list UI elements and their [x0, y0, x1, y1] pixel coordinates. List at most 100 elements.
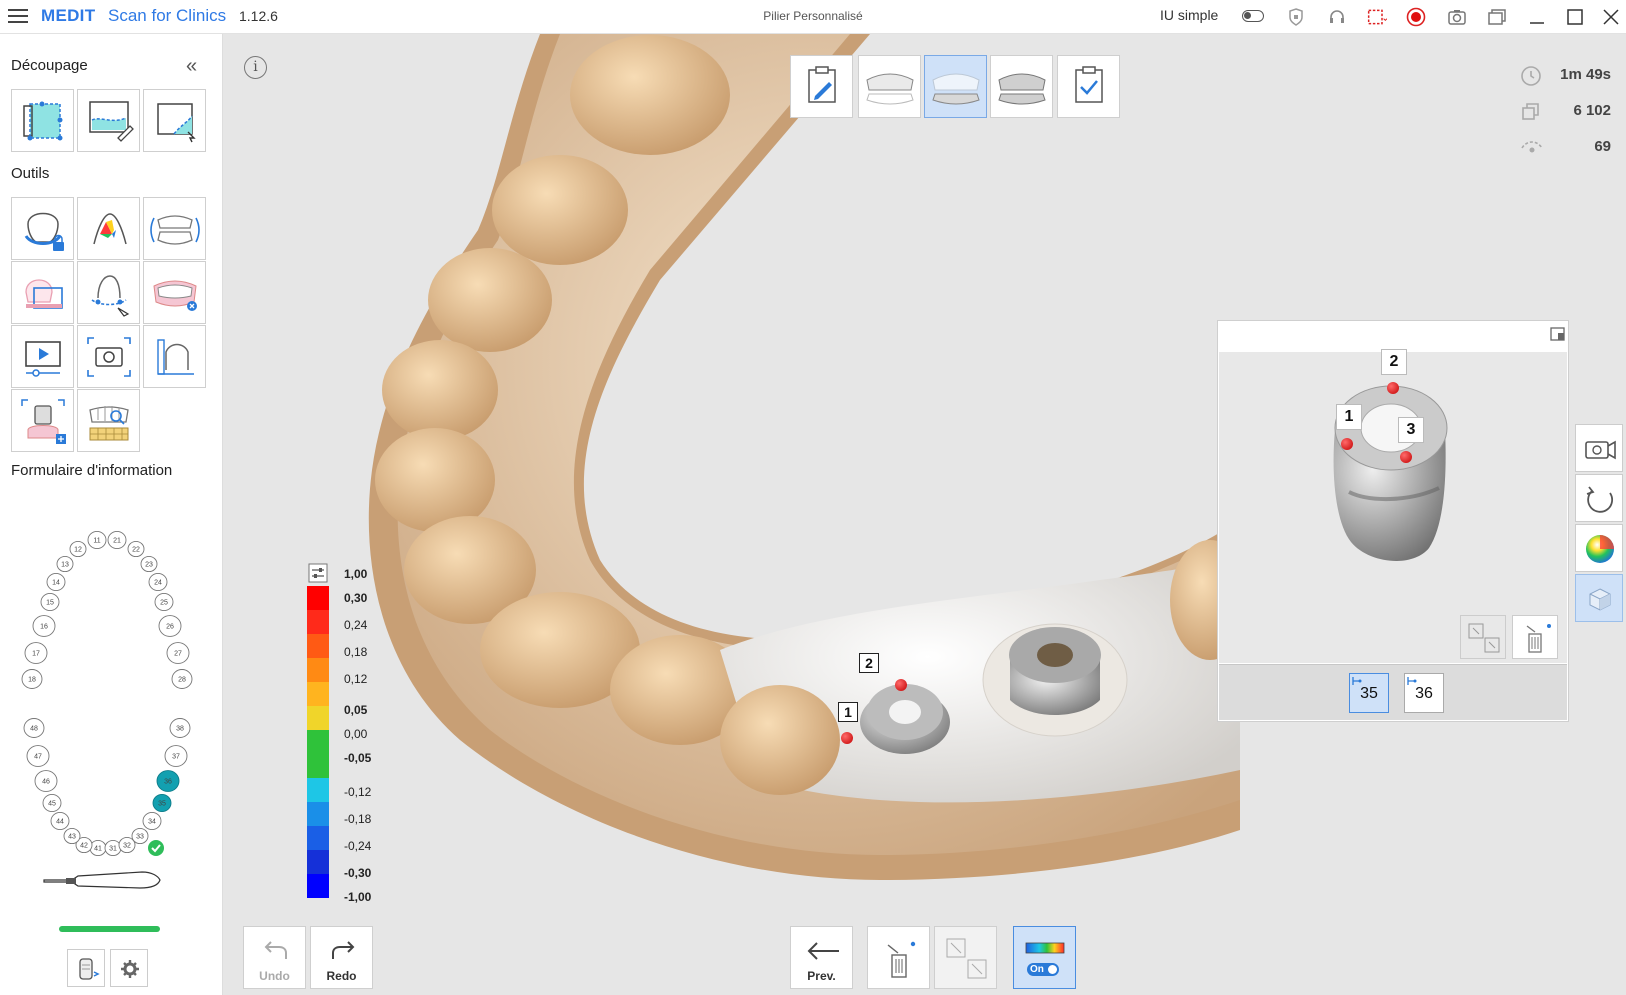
scan-count: 69: [1594, 138, 1611, 155]
shield-icon[interactable]: [1286, 7, 1306, 27]
legend-value: -0,18: [344, 812, 372, 826]
tooth-number: 26: [166, 624, 174, 631]
abutment-tool[interactable]: [11, 389, 74, 452]
info-icon[interactable]: i: [244, 56, 267, 79]
fit-view-button[interactable]: [1460, 615, 1506, 659]
video-tool[interactable]: [11, 325, 74, 388]
curve-trim-tool[interactable]: [143, 89, 206, 152]
rotate-icon: [1586, 486, 1613, 513]
delete-points-tool-button[interactable]: [867, 926, 930, 989]
step-review[interactable]: [1057, 55, 1120, 118]
step-form[interactable]: [790, 55, 853, 118]
occlusion-align-tool[interactable]: [143, 197, 206, 260]
marker-point[interactable]: [895, 679, 907, 691]
settings-button[interactable]: [110, 949, 148, 987]
reset-view-button[interactable]: [1575, 474, 1623, 522]
camera-icon[interactable]: [1447, 7, 1467, 27]
lasso-trim-tool[interactable]: [77, 89, 140, 152]
legend-value: 0,24: [344, 618, 368, 632]
tooth-number: 17: [32, 651, 40, 658]
texture-toggle-button[interactable]: [1575, 524, 1623, 572]
cube-icon: [1589, 588, 1611, 611]
arch-tool[interactable]: [143, 261, 206, 324]
step-occlusion[interactable]: [990, 55, 1053, 118]
legend-settings-icon[interactable]: [308, 563, 328, 583]
fit-to-screen-button[interactable]: [934, 926, 997, 989]
abutment-detail-panel: 2 1 3: [1217, 320, 1569, 722]
deviation-map-toggle[interactable]: On: [1013, 926, 1076, 989]
gallery-icon[interactable]: [1487, 7, 1507, 27]
tooth-chart[interactable]: 1112131415161718212223242526272841424344…: [12, 496, 212, 856]
fit-view-icon: [1468, 623, 1500, 653]
menu-icon[interactable]: [8, 9, 28, 25]
prev-button[interactable]: Prev.: [790, 926, 853, 989]
undo-label: Undo: [259, 969, 290, 983]
lock-tooth-tool[interactable]: [11, 197, 74, 260]
tooth-number: 35: [158, 801, 166, 808]
tooth-tab-36[interactable]: 36: [1404, 673, 1444, 713]
legend-color-segment: [307, 610, 329, 635]
screenshot-tool[interactable]: [77, 325, 140, 388]
step-upper-jaw[interactable]: [858, 55, 921, 118]
upper-jaw-icon: [866, 73, 914, 105]
tooth-number: 13: [61, 562, 69, 569]
title-bar: MEDIT Scan for Clinics 1.12.6 Pilier Per…: [0, 0, 1626, 34]
smile-library-tool[interactable]: [77, 389, 140, 452]
point-label: 1: [838, 702, 858, 722]
tooth-tab-35[interactable]: 35: [1349, 673, 1389, 713]
tooth-number: 14: [52, 580, 60, 587]
point-label: 3: [1398, 417, 1424, 443]
tooth-tabs: [1219, 664, 1567, 720]
arrow-left-icon: [807, 942, 839, 960]
legend-color-segment: [307, 634, 329, 659]
collapse-sidebar-icon[interactable]: «: [186, 56, 197, 76]
record-view-button[interactable]: [1575, 424, 1623, 472]
legend-color-segment: [307, 754, 329, 779]
legend-value: 0,00: [344, 727, 368, 741]
gear-icon: [121, 960, 139, 978]
tooth-number: 38: [176, 726, 184, 733]
redo-label: Redo: [326, 969, 357, 983]
video-camera-icon: [1585, 440, 1616, 460]
margin-tool[interactable]: [11, 261, 74, 324]
margin-edit-tool[interactable]: [77, 261, 140, 324]
measure-tool[interactable]: [143, 325, 206, 388]
legend-value: -0,30: [344, 866, 372, 880]
solid-view-button[interactable]: [1575, 574, 1623, 622]
battery-status-bar: [59, 926, 160, 932]
simple-ui-toggle[interactable]: [1242, 10, 1264, 22]
marker-point[interactable]: [841, 732, 853, 744]
app-brand: MEDIT: [41, 6, 96, 25]
deviation-color-bar: [307, 586, 329, 898]
tooth-number: 27: [174, 651, 182, 658]
point-label: 2: [1381, 349, 1407, 375]
minimize-icon[interactable]: [1527, 7, 1547, 27]
redo-button[interactable]: Redo: [310, 926, 373, 989]
marker-point[interactable]: [1341, 438, 1353, 450]
select-area-tool[interactable]: [11, 89, 74, 152]
panel-pin-icon[interactable]: [1550, 326, 1566, 342]
record-icon[interactable]: [1406, 7, 1426, 27]
screen-capture-icon[interactable]: [1367, 7, 1387, 27]
tooth-number: 15: [46, 600, 54, 607]
delete-points-button[interactable]: [1512, 615, 1558, 659]
close-icon[interactable]: [1601, 7, 1621, 27]
headset-icon[interactable]: [1327, 7, 1347, 27]
maximize-icon[interactable]: [1565, 7, 1585, 27]
marker-point[interactable]: [1387, 382, 1399, 394]
legend-color-segment: [307, 874, 329, 898]
step-lower-jaw[interactable]: [924, 55, 987, 118]
legend-value: 0,12: [344, 672, 368, 686]
tooth-number: 23: [145, 562, 153, 569]
tooth-number: 24: [154, 580, 162, 587]
abutment-3d-view[interactable]: 2 1 3: [1219, 349, 1567, 663]
marker-point[interactable]: [1400, 451, 1412, 463]
scanner-tip-button[interactable]: [67, 949, 105, 987]
tooth-number: 34: [148, 819, 156, 826]
undo-button[interactable]: Undo: [243, 926, 306, 989]
clipboard-check-icon: [1075, 66, 1103, 103]
legend-value: 0,05: [344, 703, 368, 717]
tooth-number: 28: [178, 677, 186, 684]
color-analysis-tool[interactable]: [77, 197, 140, 260]
undo-icon: [264, 941, 287, 959]
